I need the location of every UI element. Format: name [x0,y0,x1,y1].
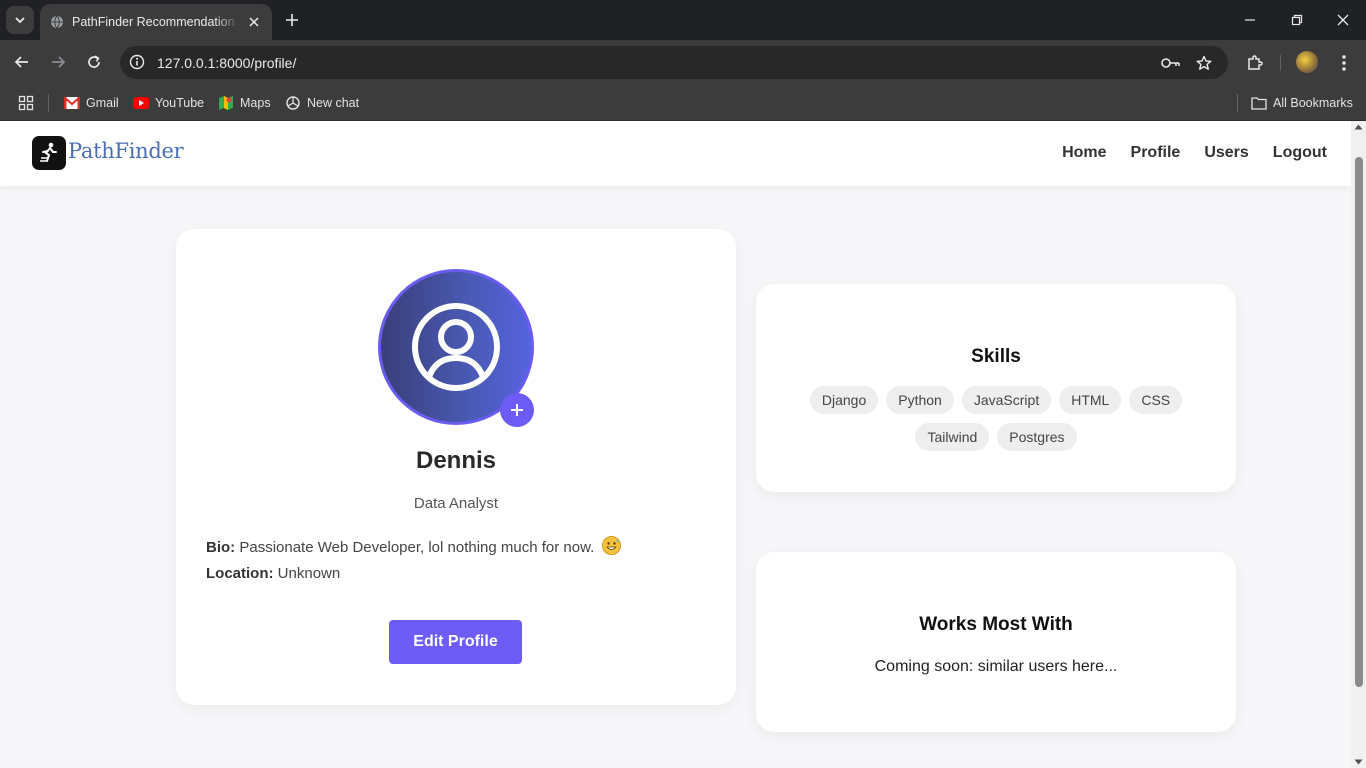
skill-tag: CSS [1129,386,1183,414]
star-icon[interactable] [1194,53,1214,73]
close-window-button[interactable] [1333,10,1353,30]
profile-name: Dennis [415,447,496,474]
profile-role: Data Analyst [413,495,499,512]
apps-grid-icon [18,95,34,111]
skills-title: Skills [971,346,1021,367]
bookmark-label: New chat [307,96,360,110]
toolbar-separator [1280,55,1281,71]
forward-button[interactable] [46,50,70,74]
works-with-card: Works Most With Coming soon: similar use… [756,552,1236,732]
nav-users[interactable]: Users [1204,144,1248,162]
works-with-text: Coming soon: similar users here... [874,658,1118,675]
skill-tag: JavaScript [961,386,1052,414]
all-bookmarks-label: All Bookmarks [1273,96,1353,110]
url-path: :8000/profile/ [215,55,297,71]
browser-tab-bar: PathFinder Recommendation Sy [0,0,1366,40]
scroll-up-arrow-icon[interactable] [1354,124,1363,130]
reload-button[interactable] [82,50,106,74]
scroll-down-arrow-icon[interactable] [1354,759,1363,765]
restore-icon [1291,14,1303,26]
bio-label: Bio: [206,539,236,556]
profile-info: Bio: Passionate Web Developer, lol nothi… [206,535,622,587]
url-host: 127.0.0.1 [157,55,216,71]
skill-tag: Python [886,386,954,414]
key-icon[interactable] [1161,53,1181,73]
plus-icon [511,404,523,416]
youtube-icon [133,95,149,111]
browser-toolbar: 127.0.0.1:8000/profile/ [0,40,1366,85]
bookmark-label: Maps [240,96,271,110]
openai-icon [285,95,301,111]
more-vertical-icon [1342,55,1346,71]
bookmark-label: Gmail [86,96,119,110]
nav-profile[interactable]: Profile [1131,144,1181,162]
location-label: Location: [206,565,274,582]
page-scrollbar[interactable] [1351,121,1366,768]
puzzle-icon [1248,55,1263,70]
profile-avatar[interactable] [1296,51,1318,73]
reload-icon [88,55,100,68]
minimize-icon [1245,19,1255,21]
bookmarks-separator [48,94,49,112]
logo-text[interactable]: PathFinder [68,139,184,163]
address-bar[interactable]: 127.0.0.1:8000/profile/ [120,46,1228,79]
logo-icon[interactable] [32,136,66,170]
bookmarks-separator-right [1237,94,1238,112]
nav-home[interactable]: Home [1062,144,1106,162]
grinning-sweat-emoji-icon [602,536,622,555]
new-tab-button[interactable] [280,8,304,32]
edit-profile-button[interactable]: Edit Profile [389,620,522,664]
skills-list: Django Python JavaScript HTML CSS Tailwi… [796,386,1196,451]
all-bookmarks-button[interactable]: All Bookmarks [1251,93,1353,113]
arrow-right-icon [52,56,66,68]
restore-button[interactable] [1287,10,1307,30]
works-with-title: Works Most With [919,614,1073,635]
tab-title: PathFinder Recommendation Sy [72,15,240,29]
site-info-icon[interactable] [128,53,146,71]
bookmark-gmail[interactable]: Gmail [64,93,119,113]
arrow-left-icon [14,56,28,68]
location-text: Unknown [277,565,341,582]
extensions-button[interactable] [1243,51,1267,75]
plus-icon [286,14,298,26]
bookmark-maps[interactable]: Maps [218,93,271,113]
skill-tag: Postgres [997,423,1077,451]
scrollbar-thumb[interactable] [1355,157,1363,687]
bio-text: Passionate Web Developer, lol nothing mu… [239,539,595,556]
globe-icon [50,15,64,29]
skills-card: Skills Django Python JavaScript HTML CSS… [756,284,1236,492]
browser-menu-button[interactable] [1332,51,1356,75]
bio-line: Bio: Passionate Web Developer, lol nothi… [206,535,622,561]
minimize-button[interactable] [1240,10,1260,30]
url-text: 127.0.0.1:8000/profile/ [157,55,296,71]
skill-tag: HTML [1059,386,1122,414]
browser-tab-active[interactable]: PathFinder Recommendation Sy [40,4,272,40]
user-circle-icon [412,303,500,391]
apps-button[interactable] [18,93,34,113]
close-tab-icon[interactable] [246,14,262,30]
location-line: Location: Unknown [206,561,621,587]
nav-logout[interactable]: Logout [1273,144,1327,162]
bookmark-label: YouTube [155,96,205,110]
tab-search-button[interactable] [6,6,34,34]
gmail-icon [64,95,80,111]
maps-icon [218,95,234,111]
chevron-down-icon [15,17,25,24]
site-navbar: PathFinder Home Profile Users Logout [0,121,1351,186]
profile-card: Dennis Data Analyst Bio: Passionate Web … [176,229,736,705]
add-photo-button[interactable] [500,393,534,427]
skill-tag: Django [809,386,879,414]
bookmarks-bar: Gmail YouTube Maps New chat All Bookmark… [0,85,1366,121]
close-icon [1337,14,1349,26]
page-content: PathFinder Home Profile Users Logout Den… [0,121,1351,768]
skill-tag: Tailwind [915,423,990,451]
back-button[interactable] [10,50,34,74]
bookmark-new-chat[interactable]: New chat [285,93,359,113]
folder-icon [1251,95,1267,111]
bookmark-youtube[interactable]: YouTube [133,93,204,113]
main-nav: Home Profile Users Logout [1062,144,1327,162]
